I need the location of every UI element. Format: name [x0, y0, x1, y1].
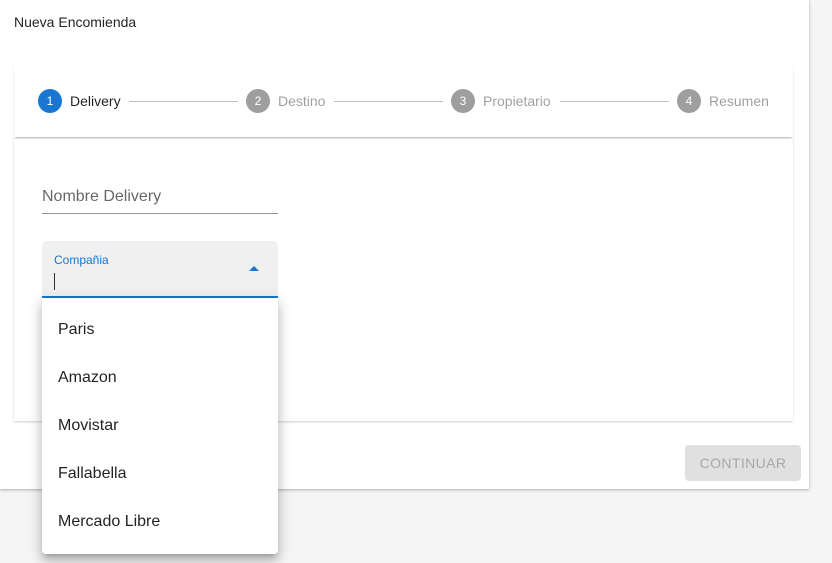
- step-label: Propietario: [483, 93, 551, 109]
- step-connector: [129, 101, 238, 102]
- step-connector: [560, 101, 669, 102]
- step-connector: [334, 101, 443, 102]
- company-option[interactable]: Paris: [42, 306, 278, 354]
- text-cursor: [54, 273, 55, 290]
- step-number-badge: 3: [451, 89, 475, 113]
- company-option[interactable]: Movistar: [42, 402, 278, 450]
- step-number-badge: 2: [246, 89, 270, 113]
- step-label: Resumen: [709, 93, 769, 109]
- company-label: Compañia: [54, 253, 109, 267]
- company-option[interactable]: Amazon: [42, 354, 278, 402]
- company-options-menu: Paris Amazon Movistar Fallabella Mercado…: [42, 298, 278, 554]
- delivery-name-label: Nombre Delivery: [42, 188, 162, 205]
- company-option[interactable]: Fallabella: [42, 450, 278, 498]
- step-label: Destino: [278, 93, 326, 109]
- company-option[interactable]: Mercado Libre: [42, 498, 278, 546]
- step-label: Delivery: [70, 93, 121, 109]
- step-propietario[interactable]: 3 Propietario: [451, 89, 551, 113]
- step-resumen[interactable]: 4 Resumen: [677, 89, 769, 113]
- dropdown-arrow-up-icon[interactable]: [249, 266, 259, 271]
- delivery-name-input[interactable]: Nombre Delivery: [42, 170, 278, 214]
- step-number-badge: 4: [677, 89, 701, 113]
- page-title: Nueva Encomienda: [14, 14, 137, 30]
- step-number-badge: 1: [38, 89, 62, 113]
- company-select[interactable]: Compañia: [42, 241, 278, 298]
- step-delivery[interactable]: 1 Delivery: [38, 89, 121, 113]
- stepper-header: 1 Delivery 2 Destino 3 Propietario 4 Res…: [14, 65, 793, 137]
- continue-button[interactable]: CONTINUAR: [685, 445, 801, 481]
- step-destino[interactable]: 2 Destino: [246, 89, 325, 113]
